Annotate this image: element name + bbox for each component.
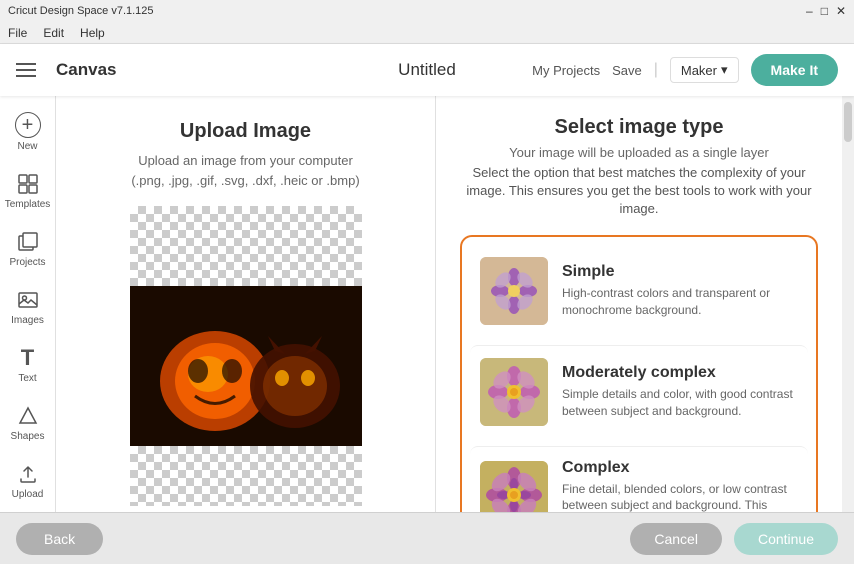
upload-title: Upload Image: [180, 120, 311, 143]
card-name-moderate: Moderately complex: [562, 364, 798, 382]
plus-icon: +: [15, 112, 41, 138]
minimize-button[interactable]: –: [806, 4, 813, 18]
continue-button[interactable]: Continue: [734, 523, 838, 555]
image-preview-area: [130, 206, 362, 506]
card-info-moderate: Moderately complex Simple details and co…: [562, 364, 798, 420]
sidebar-item-projects[interactable]: Projects: [0, 222, 55, 276]
close-button[interactable]: ✕: [836, 4, 846, 18]
sidebar-item-text[interactable]: T Text: [0, 338, 55, 392]
checkerboard-bottom: [130, 446, 362, 506]
image-type-complex[interactable]: Complex Fine detail, blended colors, or …: [470, 446, 808, 512]
hamburger-line: [16, 75, 36, 77]
sidebar-item-templates[interactable]: Templates: [0, 164, 55, 218]
shapes-icon: [16, 404, 40, 428]
canvas-label: Canvas: [56, 60, 116, 80]
hamburger-line: [16, 63, 36, 65]
upload-desc2: (.png, .jpg, .gif, .svg, .dxf, .heic or …: [131, 171, 359, 191]
sidebar-item-new[interactable]: + New: [0, 104, 55, 160]
window-controls[interactable]: – □ ✕: [806, 4, 846, 18]
bottom-right-actions: Cancel Continue: [630, 523, 838, 555]
select-subtitle: Your image will be uploaded as a single …: [460, 145, 818, 160]
hamburger-line: [16, 69, 36, 71]
sidebar-item-images[interactable]: Images: [0, 280, 55, 334]
select-desc: Select the option that best matches the …: [460, 164, 818, 219]
sidebar-label-text: Text: [18, 373, 36, 384]
sidebar-label-upload: Upload: [12, 489, 44, 500]
page-title: Untitled: [398, 60, 456, 80]
content-area: Upload Image Upload an image from your c…: [56, 96, 854, 512]
chevron-down-icon: ▾: [721, 62, 728, 78]
upload-desc1: Upload an image from your computer: [138, 151, 353, 171]
app-header: Canvas Untitled My Projects Save | Maker…: [0, 44, 854, 96]
hamburger-button[interactable]: [16, 56, 44, 84]
image-type-simple[interactable]: Simple High-contrast colors and transpar…: [470, 245, 808, 337]
card-desc-complex: Fine detail, blended colors, or low cont…: [562, 481, 798, 512]
header-divider: |: [654, 61, 658, 79]
sidebar: + New Templates Projects: [0, 96, 56, 512]
maximize-button[interactable]: □: [821, 4, 828, 18]
upload-icon: [16, 462, 40, 486]
image-type-moderate[interactable]: Moderately complex Simple details and co…: [470, 345, 808, 438]
menu-bar: File Edit Help: [0, 22, 854, 44]
save-button[interactable]: Save: [612, 63, 642, 78]
title-bar: Cricut Design Space v7.1.125 – □ ✕: [0, 0, 854, 22]
checkerboard-top: [130, 206, 362, 286]
card-info-complex: Complex Fine detail, blended colors, or …: [562, 459, 798, 512]
card-name-simple: Simple: [562, 263, 798, 281]
image-type-list: Simple High-contrast colors and transpar…: [460, 235, 818, 512]
scroll-thumb[interactable]: [844, 102, 852, 142]
thumbnail-complex: [480, 461, 548, 512]
sidebar-item-shapes[interactable]: Shapes: [0, 396, 55, 450]
menu-file[interactable]: File: [8, 26, 27, 40]
maker-label: Maker: [681, 63, 717, 78]
make-it-button[interactable]: Make It: [751, 54, 838, 86]
bottom-bar: Back Cancel Continue: [0, 512, 854, 564]
app-title: Cricut Design Space v7.1.125: [8, 5, 806, 17]
sidebar-item-upload[interactable]: Upload: [0, 454, 55, 508]
thumbnail-moderate: [480, 358, 548, 426]
card-desc-moderate: Simple details and color, with good cont…: [562, 386, 798, 420]
select-panel: Select image type Your image will be upl…: [436, 96, 842, 512]
sidebar-label-images: Images: [11, 315, 44, 326]
scroll-track[interactable]: [842, 96, 854, 512]
maker-button[interactable]: Maker ▾: [670, 57, 739, 83]
header-right: My Projects Save | Maker ▾ Make It: [532, 54, 838, 86]
sidebar-label-projects: Projects: [9, 257, 45, 268]
uploaded-image: [130, 286, 362, 446]
my-projects-link[interactable]: My Projects: [532, 63, 600, 78]
back-button[interactable]: Back: [16, 523, 103, 555]
images-icon: [16, 288, 40, 312]
cancel-button[interactable]: Cancel: [630, 523, 722, 555]
sidebar-label-shapes: Shapes: [11, 431, 45, 442]
card-desc-simple: High-contrast colors and transparent or …: [562, 285, 798, 319]
select-title: Select image type: [460, 116, 818, 139]
main-layout: + New Templates Projects: [0, 96, 854, 512]
upload-panel: Upload Image Upload an image from your c…: [56, 96, 436, 512]
projects-icon: [16, 230, 40, 254]
menu-help[interactable]: Help: [80, 26, 105, 40]
sidebar-label-new: New: [17, 141, 37, 152]
thumbnail-simple: [480, 257, 548, 325]
sidebar-label-templates: Templates: [5, 199, 51, 210]
card-name-complex: Complex: [562, 459, 798, 477]
text-icon: T: [16, 346, 40, 370]
templates-icon: [16, 172, 40, 196]
menu-edit[interactable]: Edit: [43, 26, 64, 40]
card-info-simple: Simple High-contrast colors and transpar…: [562, 263, 798, 319]
